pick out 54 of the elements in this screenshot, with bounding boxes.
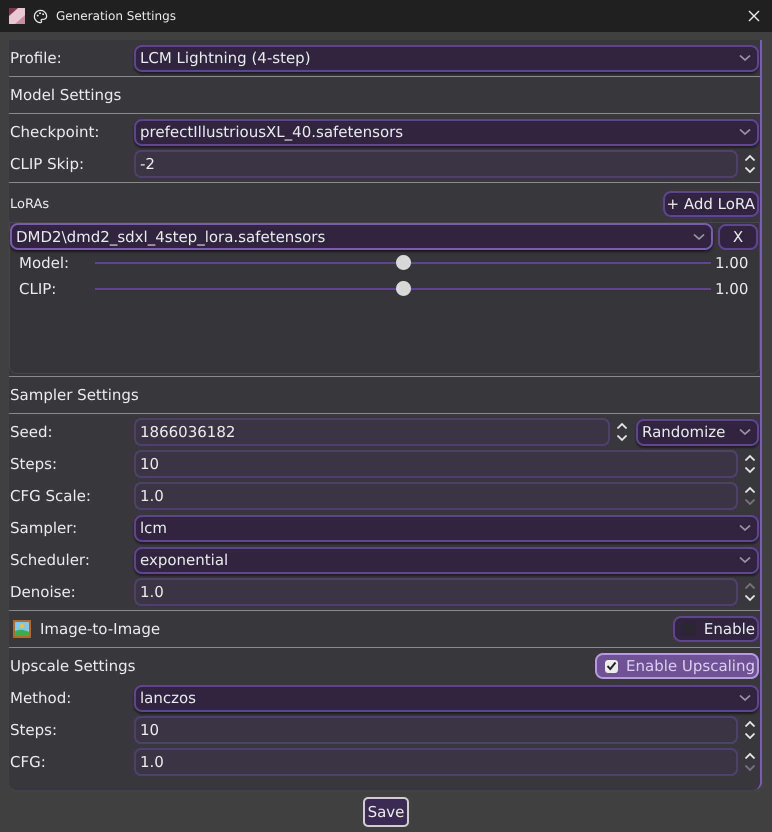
slider-value: 1.00 xyxy=(714,280,750,298)
field-label: Profile: xyxy=(10,49,63,67)
remove-button[interactable]: X xyxy=(718,224,758,250)
field-label: Seed: xyxy=(10,423,54,441)
slider-handle[interactable] xyxy=(396,255,411,270)
seed-mode-dropdown[interactable]: Randomize xyxy=(636,418,759,446)
caret-icon xyxy=(739,54,751,62)
field-label: Scheduler: xyxy=(10,551,91,569)
caret-icon xyxy=(739,524,751,532)
caret-icon xyxy=(739,428,751,436)
checkmark-icon xyxy=(606,661,618,671)
caret-icon xyxy=(739,556,751,564)
section-heading: Upscale Settings xyxy=(10,657,136,675)
caret-icon xyxy=(739,694,751,702)
caret-icon xyxy=(693,232,705,240)
section-heading: Model Settings xyxy=(10,86,122,104)
section-heading: Sampler Settings xyxy=(10,386,139,404)
number-field[interactable]: 1.0 xyxy=(134,482,738,510)
field-label: Sampler: xyxy=(10,519,78,537)
slider-value: 1.00 xyxy=(714,254,750,272)
field-label: Steps: xyxy=(10,455,58,473)
field-label: Denoise: xyxy=(10,583,77,601)
number-field[interactable]: 1866036182 xyxy=(134,418,610,446)
field-label: Method: xyxy=(10,689,72,707)
number-field[interactable]: 1.0 xyxy=(134,578,738,606)
slider-label: Model: xyxy=(18,254,70,272)
palette-icon xyxy=(33,8,48,24)
number-field[interactable]: -2 xyxy=(134,150,738,178)
window-title: Generation Settings xyxy=(56,9,177,23)
number-field[interactable]: 1.0 xyxy=(134,748,738,776)
dropdown[interactable]: DMD2\dmd2_sdxl_4step_lora.safetensors xyxy=(10,223,713,250)
number-field[interactable]: 10 xyxy=(134,716,738,744)
dropdown[interactable]: LCM Lightning (4-step) xyxy=(134,44,759,72)
enable-toggle[interactable]: Enable xyxy=(672,616,759,642)
dropdown[interactable]: lanczos xyxy=(134,684,759,712)
dropdown[interactable]: prefectIllustriousXL_40.safetensors xyxy=(134,118,759,146)
slider-label: CLIP: xyxy=(18,280,58,298)
enable-toggle[interactable]: Enable Upscaling xyxy=(595,653,759,679)
dropdown[interactable]: exponential xyxy=(134,546,759,574)
save-button[interactable]: Save xyxy=(362,797,410,827)
app-icon xyxy=(9,8,25,24)
caret-icon xyxy=(739,128,751,136)
slider-handle[interactable] xyxy=(396,281,411,296)
close-icon[interactable] xyxy=(748,10,760,22)
field-label: CLIP Skip: xyxy=(10,155,86,173)
section-heading: LoRAs xyxy=(10,196,50,212)
number-field[interactable]: 10 xyxy=(134,450,738,478)
dropdown[interactable]: lcm xyxy=(134,514,759,542)
section-heading: Image-to-Image xyxy=(40,620,162,638)
field-label: Steps: xyxy=(10,721,58,739)
add-lora-button[interactable]: + Add LoRA xyxy=(662,191,759,217)
field-label: CFG: xyxy=(10,753,47,771)
field-label: Checkpoint: xyxy=(10,123,100,141)
field-label: CFG Scale: xyxy=(10,487,92,505)
